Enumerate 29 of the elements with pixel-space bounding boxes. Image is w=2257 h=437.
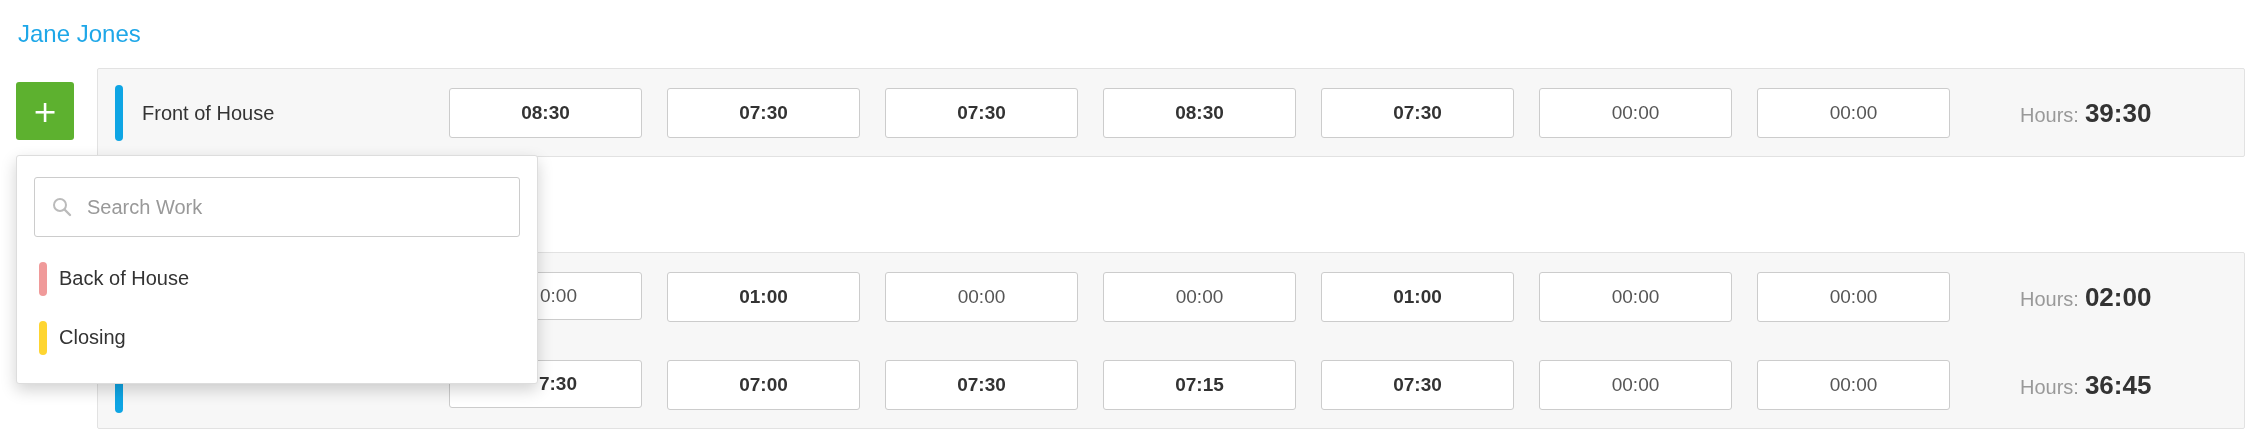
time-field[interactable]: 00:00 bbox=[1539, 272, 1732, 322]
time-field[interactable]: 07:30 bbox=[1321, 88, 1514, 138]
time-field[interactable]: 08:30 bbox=[449, 88, 642, 138]
hours-label: Hours: bbox=[2020, 287, 2079, 311]
time-field[interactable]: 00:00 bbox=[1103, 272, 1296, 322]
time-field[interactable]: 01:00 bbox=[667, 272, 860, 322]
work-label: Front of House bbox=[142, 101, 276, 125]
menu-item[interactable]: Closing bbox=[59, 326, 126, 349]
time-field[interactable]: 07:00 bbox=[667, 360, 860, 410]
time-field[interactable]: 07:30 bbox=[1321, 360, 1514, 410]
hours-total: 36:45 bbox=[2084, 369, 2152, 401]
time-field[interactable]: 07:15 bbox=[1103, 360, 1296, 410]
hours-total: 39:30 bbox=[2084, 97, 2152, 129]
time-field[interactable]: 00:00 bbox=[1757, 272, 1950, 322]
time-field[interactable]: 00:00 bbox=[1757, 360, 1950, 410]
time-field[interactable]: 01:00 bbox=[1321, 272, 1514, 322]
time-field[interactable]: 07:30 bbox=[885, 88, 1078, 138]
time-field[interactable]: 00:00 bbox=[1757, 88, 1950, 138]
time-field[interactable]: 07:30 bbox=[885, 360, 1078, 410]
hours-label: Hours: bbox=[2020, 375, 2079, 399]
time-field[interactable]: 00:00 bbox=[1539, 88, 1732, 138]
search-field[interactable]: Search Work bbox=[34, 177, 520, 237]
time-field[interactable]: 07:30 bbox=[667, 88, 860, 138]
time-field[interactable]: 00:00 bbox=[885, 272, 1078, 322]
hours-total: 02:00 bbox=[2084, 281, 2152, 313]
time-field[interactable]: 08:30 bbox=[1103, 88, 1296, 138]
menu-item[interactable]: Back of House bbox=[59, 267, 190, 290]
hours-label: Hours: bbox=[2020, 103, 2079, 127]
time-field[interactable]: 00:00 bbox=[1539, 360, 1732, 410]
